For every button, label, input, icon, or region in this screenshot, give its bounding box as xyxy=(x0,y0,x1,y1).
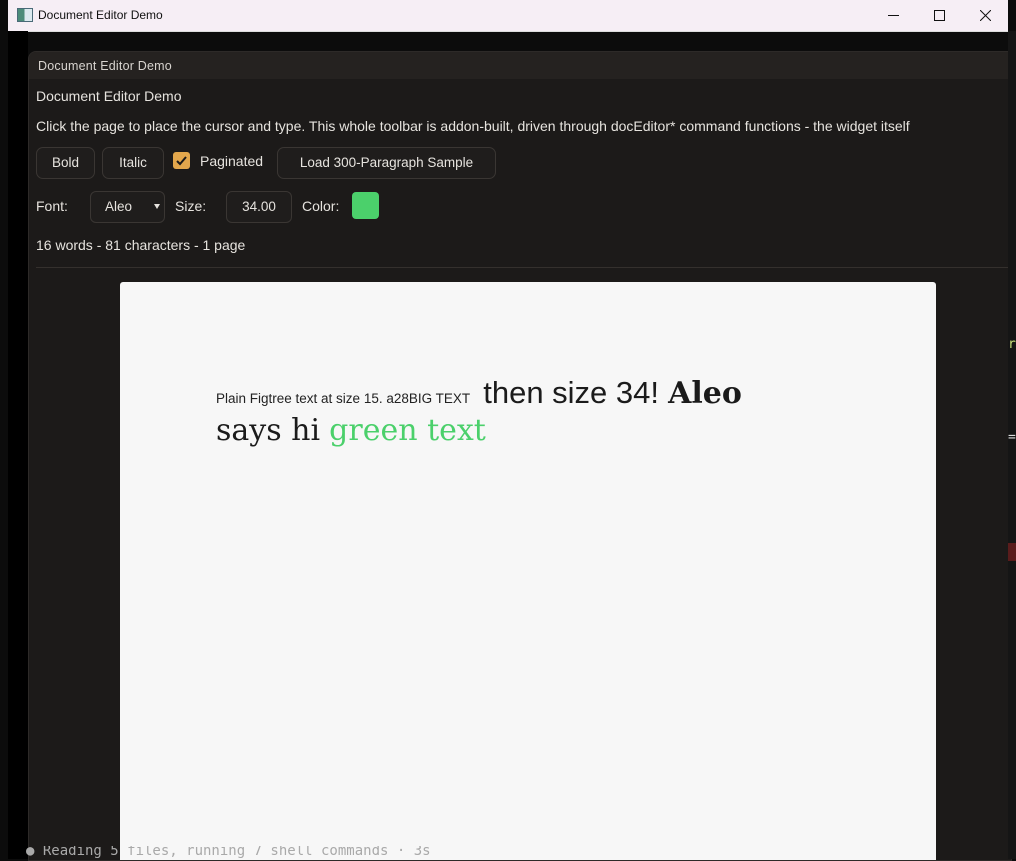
close-button[interactable] xyxy=(962,0,1008,31)
green-text-run: green text xyxy=(329,413,486,448)
checkmark-icon xyxy=(176,156,187,166)
maximize-icon xyxy=(933,10,945,21)
paginated-checkbox[interactable] xyxy=(173,152,190,169)
minimize-button[interactable] xyxy=(870,0,916,31)
color-swatch[interactable] xyxy=(352,192,379,219)
background-terminal-glyph: r xyxy=(1008,337,1016,352)
italic-button[interactable]: Italic xyxy=(102,147,164,179)
window-background xyxy=(8,31,28,859)
size-label: Size: xyxy=(175,198,207,214)
load-sample-button[interactable]: Load 300-Paragraph Sample xyxy=(277,147,496,179)
background-terminal-glyph-2: = xyxy=(1008,430,1016,445)
dropdown-arrow-icon xyxy=(154,204,160,209)
title-bar[interactable]: Document Editor Demo xyxy=(8,0,1008,32)
font-select-value: Aleo xyxy=(105,199,133,214)
document-page[interactable]: Plain Figtree text at size 15. a28BIG TE… xyxy=(120,282,936,860)
color-label: Color: xyxy=(302,198,340,214)
toolbar-divider xyxy=(36,267,1011,268)
aleo-text-run-2: says hi xyxy=(216,413,321,448)
font-label: Font: xyxy=(36,198,68,214)
background-terminal-status: ● Reading 5 files, running 7 shell comma… xyxy=(0,846,1016,859)
close-icon xyxy=(979,9,991,22)
page-title: Document Editor Demo xyxy=(36,88,182,104)
app-window-icon xyxy=(17,8,33,22)
document-editor-panel: Document Editor Demo Document Editor Dem… xyxy=(28,51,1012,861)
font-select[interactable]: Aleo xyxy=(90,191,165,223)
window-title: Document Editor Demo xyxy=(38,8,163,22)
large-text-run: then size 34! xyxy=(483,375,660,410)
maximize-button[interactable] xyxy=(916,0,962,31)
size-input[interactable]: 34.00 xyxy=(226,191,292,223)
background-terminal-edge xyxy=(1008,31,1016,859)
panel-header[interactable]: Document Editor Demo xyxy=(29,52,1011,79)
background-terminal-highlight xyxy=(1008,543,1016,561)
terminal-status-text: ● Reading 5 files, running 7 shell comma… xyxy=(26,846,431,859)
paginated-label[interactable]: Paginated xyxy=(200,153,263,169)
plain-text-run: Plain Figtree text at size 15. a28BIG TE… xyxy=(216,391,471,406)
bold-button[interactable]: Bold xyxy=(36,147,95,179)
document-line-1: Plain Figtree text at size 15. a28BIG TE… xyxy=(216,375,742,411)
panel-header-title: Document Editor Demo xyxy=(38,59,172,73)
aleo-text-run: Aleo xyxy=(668,376,742,411)
minimize-icon xyxy=(887,15,899,16)
document-line-2: says hi green text xyxy=(216,413,486,448)
instructions-text: Click the page to place the cursor and t… xyxy=(36,118,910,134)
document-stats: 16 words - 81 characters - 1 page xyxy=(36,237,246,253)
